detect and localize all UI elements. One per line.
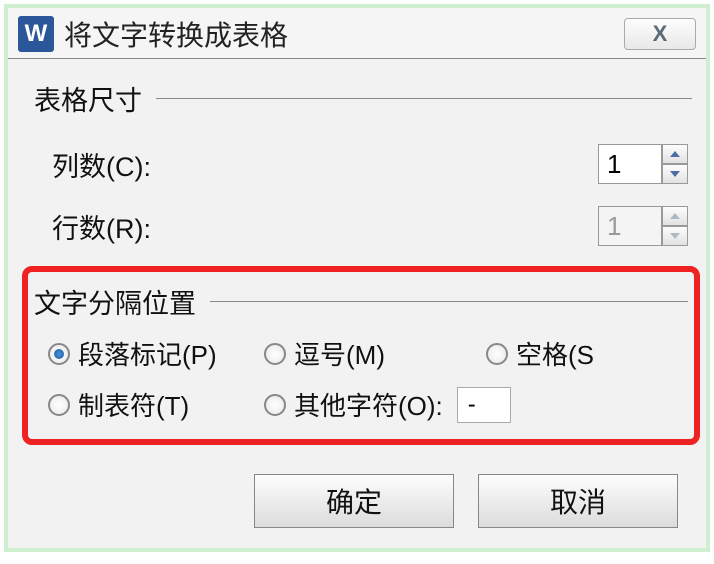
radio-item-tab[interactable]: 制表符(T) <box>48 386 264 423</box>
group-divider <box>156 98 692 99</box>
radio-item-paragraph[interactable]: 段落标记(P) <box>48 335 264 372</box>
rows-label: 行数(R): <box>52 207 151 246</box>
rows-spinner <box>598 206 688 246</box>
close-icon: X <box>653 21 668 47</box>
dialog-convert-text-to-table: W 将文字转换成表格 X 表格尺寸 列数(C): <box>4 4 710 552</box>
radio-comma[interactable] <box>264 343 286 365</box>
separator-radio-group: 段落标记(P) 逗号(M) 空格(S 制表符(T) <box>34 335 688 423</box>
radio-tab-label: 制表符(T) <box>78 386 189 423</box>
rows-spinner-buttons <box>662 206 688 246</box>
rows-row: 行数(R): <box>34 198 692 254</box>
separator-row-2: 制表符(T) 其他字符(O): <box>48 386 688 423</box>
radio-other-label: 其他字符(O): <box>294 386 443 423</box>
close-button[interactable]: X <box>624 18 696 50</box>
radio-tab[interactable] <box>48 394 70 416</box>
radio-space[interactable] <box>486 343 508 365</box>
radio-other[interactable] <box>264 394 286 416</box>
radio-space-label: 空格(S <box>516 335 594 372</box>
separator-row-1: 段落标记(P) 逗号(M) 空格(S <box>48 335 688 372</box>
group-divider <box>210 301 688 302</box>
columns-spin-down[interactable] <box>662 164 688 184</box>
rows-spin-up <box>662 206 688 226</box>
cancel-button[interactable]: 取消 <box>478 474 678 528</box>
titlebar-left: W 将文字转换成表格 <box>18 14 288 54</box>
separator-label: 文字分隔位置 <box>34 282 210 321</box>
radio-paragraph-label: 段落标记(P) <box>78 335 217 372</box>
word-app-icon: W <box>18 16 54 52</box>
columns-label: 列数(C): <box>52 145 151 184</box>
table-size-label: 表格尺寸 <box>34 79 156 118</box>
radio-item-comma[interactable]: 逗号(M) <box>264 335 486 372</box>
chevron-up-icon <box>670 213 680 219</box>
dialog-button-row: 确定 取消 <box>34 456 692 534</box>
rows-spin-down <box>662 226 688 246</box>
rows-input <box>598 206 662 246</box>
columns-spinner[interactable] <box>598 144 688 184</box>
columns-row: 列数(C): <box>34 136 692 192</box>
table-size-group-header: 表格尺寸 <box>34 79 692 118</box>
titlebar: W 将文字转换成表格 X <box>8 8 706 59</box>
columns-input[interactable] <box>598 144 662 184</box>
radio-comma-label: 逗号(M) <box>294 335 385 372</box>
chevron-up-icon <box>670 151 680 157</box>
dialog-content: 表格尺寸 列数(C): 行数(R): <box>8 59 706 548</box>
columns-spinner-buttons <box>662 144 688 184</box>
radio-item-space[interactable]: 空格(S <box>486 335 636 372</box>
chevron-down-icon <box>670 171 680 177</box>
columns-spin-up[interactable] <box>662 144 688 164</box>
other-char-input[interactable] <box>457 387 511 423</box>
chevron-down-icon <box>670 233 680 239</box>
separator-highlight-box: 文字分隔位置 段落标记(P) 逗号(M) 空格(S <box>22 266 700 445</box>
separator-group-header: 文字分隔位置 <box>34 282 688 321</box>
radio-paragraph[interactable] <box>48 343 70 365</box>
dialog-title: 将文字转换成表格 <box>64 14 288 54</box>
ok-button[interactable]: 确定 <box>254 474 454 528</box>
radio-item-other[interactable]: 其他字符(O): <box>264 386 511 423</box>
